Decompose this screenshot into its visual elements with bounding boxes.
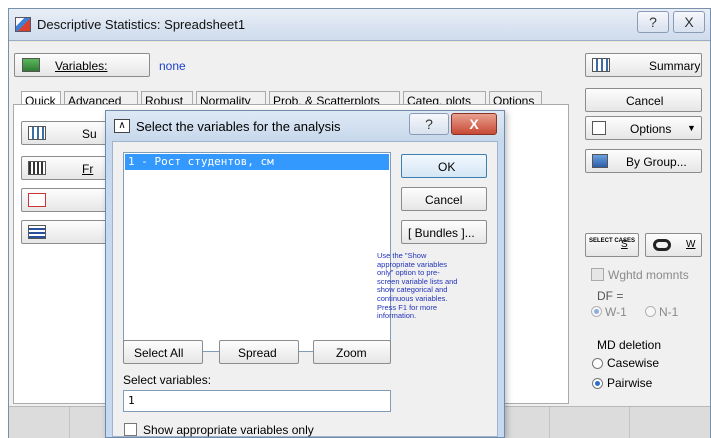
casewise-label: Casewise (607, 356, 660, 370)
summary-table-icon (28, 126, 46, 140)
select-variables-dialog: ∧ Select the variables for the analysis … (105, 110, 505, 438)
dialog-help-icon: ? (425, 116, 433, 132)
variables-button-label: Variables: (55, 59, 108, 73)
select-variables-label: Select variables: (123, 373, 212, 387)
pairwise-radio[interactable] (592, 378, 603, 389)
variables-button[interactable]: Variables: (14, 53, 150, 77)
md-deletion-label: MD deletion (597, 338, 662, 352)
chevron-down-icon: ▼ (687, 123, 696, 133)
dialog-close-icon: X (469, 116, 479, 132)
select-variables-input[interactable]: 1 (123, 390, 391, 412)
select-cases-button[interactable]: SELECT CASES S (585, 233, 639, 257)
options-label: Options (630, 122, 672, 136)
by-group-button[interactable]: By Group... (585, 149, 702, 173)
pairwise-label: Pairwise (607, 376, 653, 390)
wghtd-momnts-checkbox[interactable] (591, 268, 604, 281)
dialog-cancel-label: Cancel (425, 193, 463, 207)
help-icon: ? (649, 14, 657, 30)
zoom-button[interactable]: Zoom (313, 340, 391, 364)
weight-w-label: W (686, 239, 696, 250)
variables-listbox[interactable]: 1 - Рост студентов, см (123, 152, 391, 352)
histogram-icon (28, 193, 46, 207)
show-appropriate-label: Show appropriate variables only (143, 423, 314, 437)
bundles-label: [ Bundles ]... (408, 226, 475, 240)
spread-button[interactable]: Spread (219, 340, 299, 364)
df-w1-radio[interactable] (591, 306, 602, 317)
variables-icon (22, 58, 40, 72)
frequency-table-icon (28, 161, 46, 175)
select-all-label: Select All (134, 346, 184, 360)
options-dropdown-button[interactable]: Options ▼ (585, 116, 702, 140)
weight-button[interactable]: W (645, 233, 702, 257)
df-label: DF = (597, 289, 624, 303)
select-all-button[interactable]: Select All (123, 340, 203, 364)
weight-icon (653, 239, 671, 251)
close-icon: X (684, 14, 694, 30)
select-cases-s-label: S (621, 239, 628, 250)
dialog-close-button[interactable]: X (451, 113, 497, 135)
variables-value: none (159, 59, 186, 73)
summary-statistics-label: Su (82, 127, 97, 141)
dialog-titlebar[interactable]: ∧ Select the variables for the analysis … (106, 111, 504, 141)
cancel-button[interactable]: Cancel (585, 88, 702, 112)
df-n1-label: N-1 (659, 305, 679, 319)
by-group-label: By Group... (626, 155, 687, 169)
options-icon (592, 121, 606, 135)
list-item[interactable]: 1 - Рост студентов, см (125, 154, 389, 170)
cancel-label: Cancel (626, 94, 664, 108)
dialog-title: Select the variables for the analysis (136, 119, 341, 134)
summary-button[interactable]: Summary (585, 53, 702, 77)
select-cases-icon: SELECT CASES (589, 238, 636, 244)
dialog-chart-icon: ∧ (114, 119, 130, 133)
frequency-tables-label: Fr (82, 162, 94, 176)
window-title: Descriptive Statistics: Spreadsheet1 (37, 17, 246, 32)
window-titlebar[interactable]: Descriptive Statistics: Spreadsheet1 ? X (9, 9, 710, 41)
df-n1-radio[interactable] (645, 306, 656, 317)
dialog-cancel-button[interactable]: Cancel (401, 187, 487, 211)
statistica-logo-icon (15, 17, 31, 32)
hint-text: Use the "Show appropriate variables only… (377, 251, 458, 321)
close-button[interactable]: X (673, 11, 705, 33)
dialog-body: 1 - Рост студентов, см OK Cancel [ Bundl… (112, 141, 498, 437)
bundles-button[interactable]: [ Bundles ]... (401, 220, 487, 244)
spread-label: Spread (238, 346, 277, 360)
summary-label: Summary (649, 59, 701, 73)
box-plot-icon (28, 225, 46, 239)
ok-label: OK (438, 160, 456, 174)
zoom-label: Zoom (336, 346, 367, 360)
casewise-radio[interactable] (592, 358, 603, 369)
wghtd-momnts-label: Wghtd momnts (608, 268, 689, 282)
dialog-help-button[interactable]: ? (409, 113, 449, 135)
help-button[interactable]: ? (637, 11, 669, 33)
show-appropriate-checkbox[interactable] (124, 423, 137, 436)
df-w1-label: W-1 (605, 305, 627, 319)
ok-button[interactable]: OK (401, 154, 487, 178)
by-group-icon (592, 154, 608, 168)
summary-icon (592, 58, 610, 72)
